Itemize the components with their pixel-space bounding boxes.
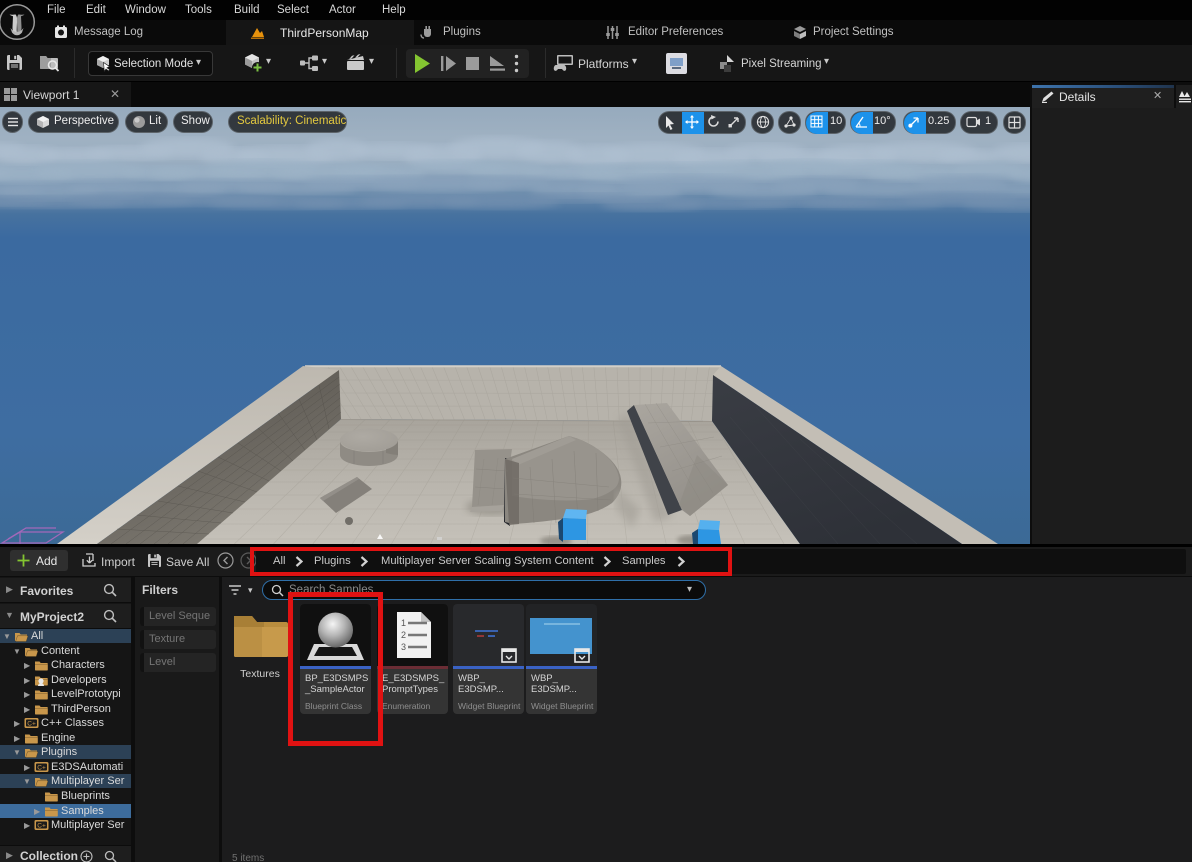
- svg-text:C+: C+: [37, 823, 46, 830]
- svg-text:C+: C+: [37, 765, 46, 772]
- svg-text:1: 1: [401, 618, 406, 628]
- svg-text:3: 3: [401, 642, 406, 652]
- svg-text:2: 2: [401, 630, 406, 640]
- svg-text:C+: C+: [27, 721, 36, 728]
